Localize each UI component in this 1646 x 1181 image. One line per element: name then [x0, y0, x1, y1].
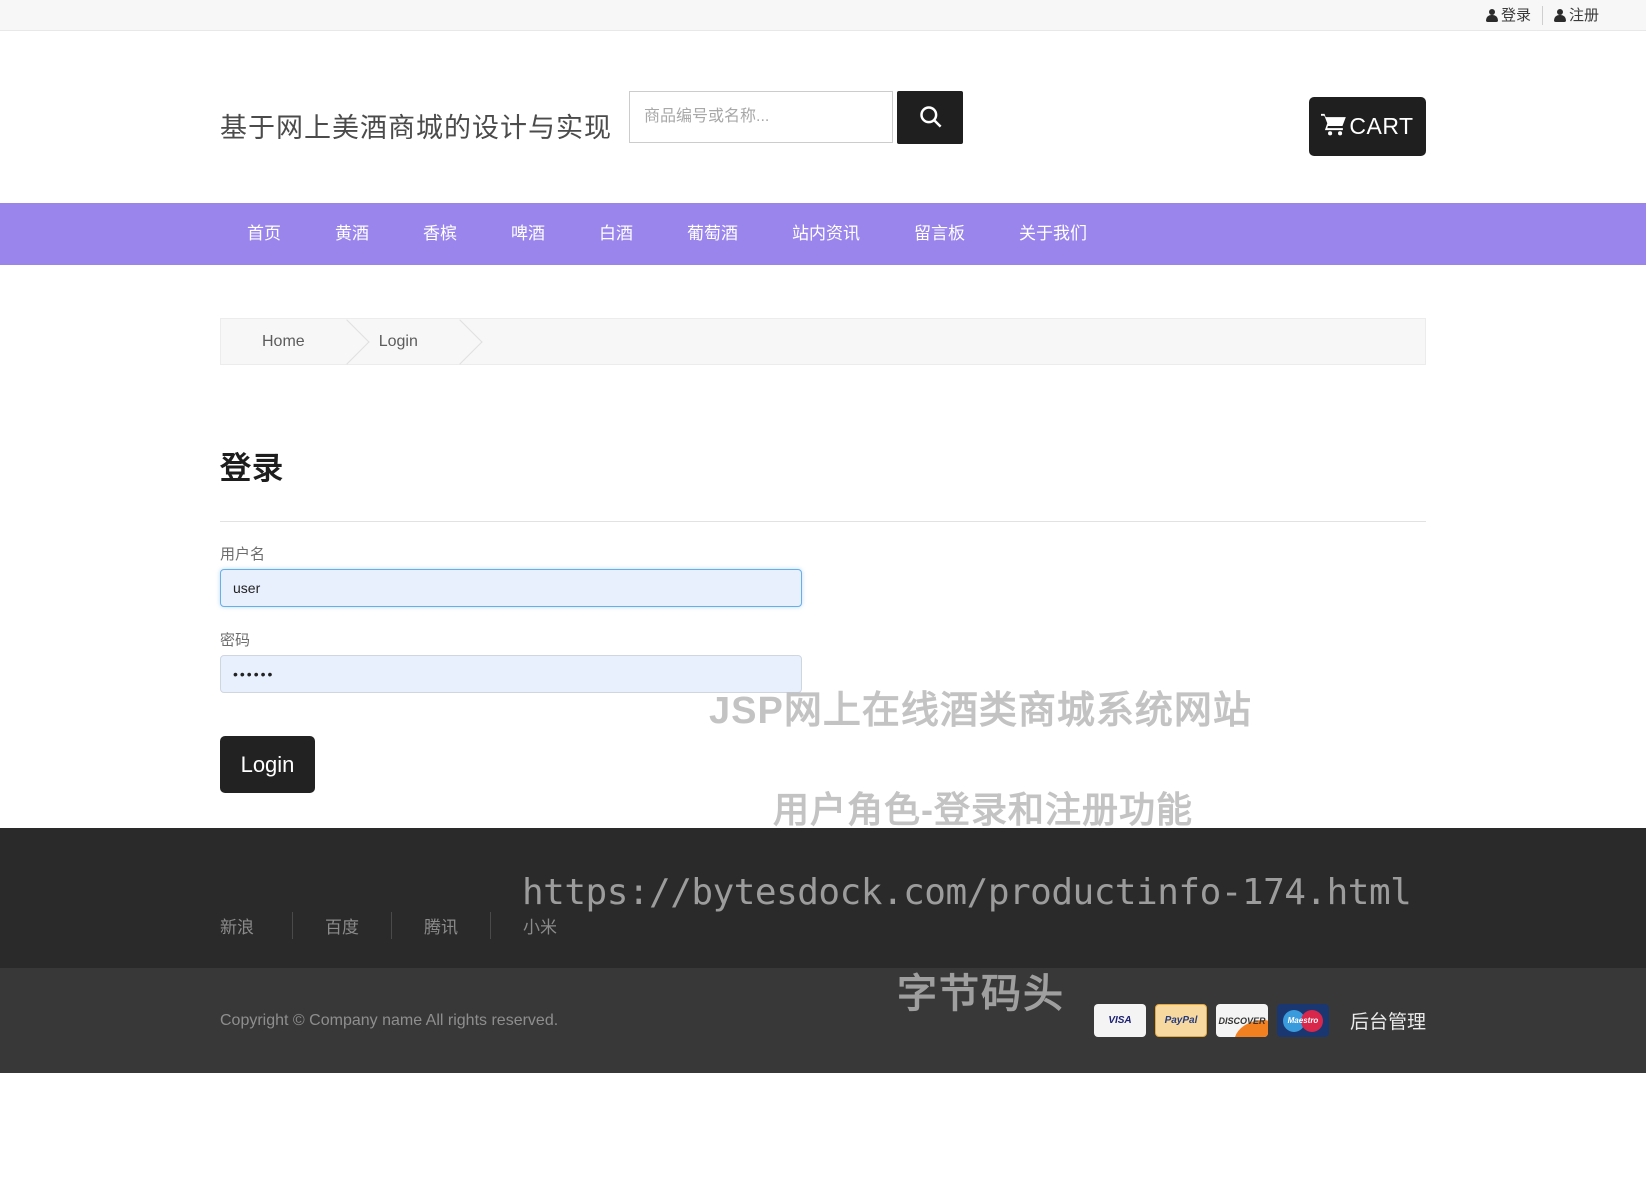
top-login-link[interactable]: 登录 — [1475, 8, 1542, 23]
footer-link-xiaomi[interactable]: 小米 — [491, 913, 589, 938]
maestro-circles: Maestro — [1283, 1010, 1323, 1032]
cart-label: CART — [1349, 113, 1413, 140]
footer-link-baidu[interactable]: 百度 — [293, 913, 391, 938]
top-login-label: 登录 — [1501, 8, 1531, 23]
nav-item-beer[interactable]: 啤酒 — [484, 203, 572, 265]
site-title: 基于网上美酒商城的设计与实现 — [220, 106, 612, 145]
username-label: 用户名 — [220, 543, 802, 564]
discover-icon: DISCOVER — [1216, 1004, 1268, 1037]
footer-copyright-bar: Copyright © Company name All rights rese… — [0, 968, 1646, 1073]
footer-links-bar: 新浪 百度 腾讯 小米 — [0, 828, 1646, 968]
password-field-group: 密码 — [220, 629, 802, 693]
page-title: 登录 — [220, 443, 1426, 488]
paypal-icon: PayPal — [1155, 1004, 1207, 1037]
password-input[interactable] — [220, 655, 802, 693]
footer-link-sina[interactable]: 新浪 — [220, 913, 292, 938]
main-navigation: 首页 黄酒 香槟 啤酒 白酒 葡萄酒 站内资讯 留言板 关于我们 — [0, 203, 1646, 265]
footer-link-tencent[interactable]: 腾讯 — [392, 913, 490, 938]
nav-item-champagne[interactable]: 香槟 — [396, 203, 484, 265]
breadcrumb-separator-icon — [442, 319, 470, 364]
top-register-link[interactable]: 注册 — [1543, 8, 1610, 23]
site-header: 基于网上美酒商城的设计与实现 CART — [0, 31, 1646, 203]
user-icon — [1554, 9, 1566, 22]
login-submit-button[interactable]: Login — [220, 736, 315, 793]
user-icon — [1486, 9, 1498, 22]
search-input[interactable] — [629, 91, 893, 143]
visa-icon: VISA — [1094, 1004, 1146, 1037]
admin-panel-link[interactable]: 后台管理 — [1350, 1007, 1426, 1034]
nav-item-huangjiu[interactable]: 黄酒 — [308, 203, 396, 265]
breadcrumb-separator-icon — [329, 319, 357, 364]
login-form: 用户名 密码 Login — [220, 543, 802, 793]
breadcrumb: Home Login — [220, 318, 1426, 365]
title-divider — [220, 521, 1426, 522]
shopping-cart-icon — [1321, 112, 1347, 141]
search-icon — [917, 103, 944, 133]
breadcrumb-home[interactable]: Home — [240, 319, 329, 364]
discover-label: DISCOVER — [1218, 1016, 1265, 1026]
maestro-icon: Maestro — [1277, 1004, 1329, 1037]
nav-item-about-us[interactable]: 关于我们 — [992, 203, 1114, 265]
breadcrumb-login[interactable]: Login — [357, 319, 442, 364]
top-utility-bar: 登录 注册 — [0, 0, 1646, 31]
nav-item-home[interactable]: 首页 — [220, 203, 308, 265]
visa-label: VISA — [1108, 1015, 1131, 1026]
copyright-text: Copyright © Company name All rights rese… — [220, 1012, 558, 1030]
top-account-links: 登录 注册 — [1475, 6, 1610, 25]
username-input[interactable] — [220, 569, 802, 607]
username-field-group: 用户名 — [220, 543, 802, 607]
password-label: 密码 — [220, 629, 802, 650]
nav-item-wine[interactable]: 葡萄酒 — [660, 203, 765, 265]
search-bar — [629, 91, 963, 144]
cart-button[interactable]: CART — [1309, 97, 1426, 156]
payment-methods: VISA PayPal DISCOVER Maestro 后台管理 — [1094, 1004, 1426, 1037]
nav-items: 首页 黄酒 香槟 啤酒 白酒 葡萄酒 站内资讯 留言板 关于我们 — [220, 203, 1426, 265]
maestro-label: Maestro — [1283, 1010, 1323, 1032]
nav-item-baijiu[interactable]: 白酒 — [572, 203, 660, 265]
top-register-label: 注册 — [1569, 8, 1599, 23]
paypal-label: PayPal — [1165, 1015, 1198, 1026]
nav-item-message-board[interactable]: 留言板 — [887, 203, 992, 265]
search-button[interactable] — [897, 91, 963, 144]
nav-item-news[interactable]: 站内资讯 — [765, 203, 887, 265]
main-content: Home Login 登录 用户名 密码 Login JSP网上在线酒类商城系统… — [220, 265, 1426, 828]
watermark-line-2: 用户角色-登录和注册功能 — [773, 781, 1193, 833]
